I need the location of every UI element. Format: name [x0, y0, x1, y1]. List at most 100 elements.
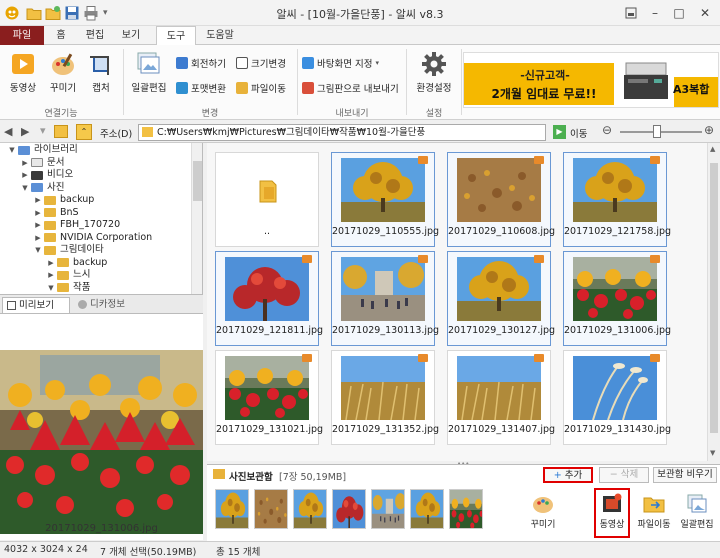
storage-move-button[interactable]: 파일이동: [635, 493, 673, 530]
tree-item[interactable]: ▶ 비디오: [0, 169, 190, 182]
collapse-arrow-icon[interactable]: ▼: [21, 182, 29, 195]
capture-button[interactable]: 캡처: [86, 51, 116, 94]
expand-arrow-icon[interactable]: ▶: [47, 269, 55, 282]
batch-edit-button[interactable]: 일괄편집: [128, 51, 170, 94]
zoom-in-icon[interactable]: ⊕: [704, 123, 714, 137]
history-dropdown-icon[interactable]: ▾: [40, 124, 46, 137]
zoom-slider-thumb[interactable]: [653, 125, 661, 138]
tree-item[interactable]: ▼ 작품: [0, 282, 190, 295]
tree-item[interactable]: ▼ 사진: [0, 182, 190, 195]
file-move-button[interactable]: 파일이동: [236, 80, 286, 96]
export-paint-button[interactable]: 그림판으로 내보내기: [302, 80, 399, 96]
storage-thumbnail[interactable]: [215, 489, 249, 529]
tree-item[interactable]: ▶ FBH_170720: [0, 219, 190, 232]
tab-file[interactable]: 파일: [0, 26, 44, 45]
scroll-up-icon[interactable]: ▲: [710, 145, 715, 153]
parent-folder-cell[interactable]: ..: [215, 152, 319, 247]
minimize-to-tray-icon[interactable]: [620, 4, 642, 22]
thumbnail-cell[interactable]: 20171029_131430.jpg: [563, 350, 671, 445]
storage-thumbnail[interactable]: [293, 489, 327, 529]
storage-decorate-button[interactable]: 꾸미기: [525, 493, 561, 530]
go-arrow-icon[interactable]: ▶: [553, 125, 566, 139]
tree-item[interactable]: ▶ BnS: [0, 207, 190, 220]
thumbnail-cell[interactable]: 20171029_131021.jpg: [215, 350, 323, 445]
tab-home[interactable]: 홈: [46, 26, 76, 45]
tab-tools[interactable]: 도구: [156, 26, 196, 46]
storage-add-button[interactable]: + 추가: [543, 467, 593, 483]
storage-clear-button[interactable]: 보관함 비우기: [653, 467, 717, 483]
thumbnail-grid[interactable]: .. 20171029_110555.jpg 20171029_110608.jpg…: [207, 143, 707, 461]
thumbnail-cell[interactable]: 20171029_110608.jpg: [447, 152, 555, 247]
storage-thumbnail[interactable]: [332, 489, 366, 529]
set-wallpaper-button[interactable]: 바탕화면 지정 ▾: [302, 55, 379, 71]
thumbnail-cell[interactable]: 20171029_121758.jpg: [563, 152, 671, 247]
save-icon[interactable]: [64, 5, 80, 21]
close-button[interactable]: ✕: [694, 4, 716, 22]
thumbnail-cell[interactable]: 20171029_130113.jpg: [331, 251, 439, 346]
folder-tree[interactable]: ▼ 라이브러리 ▶ 문서 ▶ 비디오 ▼ 사진 ▶ backup ▶ BnS ▶ FBH_170720 ▶ N…: [0, 143, 203, 294]
go-button[interactable]: 이동: [570, 126, 587, 140]
storage-video-button[interactable]: 동영상: [596, 493, 628, 530]
expand-arrow-icon[interactable]: ▶: [21, 169, 29, 182]
resize-button[interactable]: 크기변경: [236, 55, 286, 71]
open-folder-icon[interactable]: [26, 5, 42, 21]
up-folder-icon[interactable]: [54, 125, 68, 138]
tree-item[interactable]: ▶ NVIDIA Corporation: [0, 232, 190, 245]
print-icon[interactable]: [83, 5, 99, 21]
storage-thumbnail[interactable]: [254, 489, 288, 529]
minimize-button[interactable]: –: [644, 4, 666, 22]
expand-arrow-icon[interactable]: ▶: [47, 257, 55, 270]
tree-item[interactable]: ▶ 느시: [0, 269, 190, 282]
thumbnail-cell[interactable]: 20171029_131407.jpg: [447, 350, 555, 445]
expand-arrow-icon[interactable]: ▶: [34, 232, 42, 245]
expand-arrow-icon[interactable]: ▶: [21, 157, 29, 170]
format-convert-button[interactable]: 포맷변환: [176, 80, 226, 96]
tab-edit[interactable]: 편집: [78, 26, 112, 45]
video-button[interactable]: 동영상: [6, 51, 40, 94]
tree-item[interactable]: ▶ 문서: [0, 157, 190, 170]
thumbnail-cell[interactable]: 20171029_131352.jpg: [331, 350, 439, 445]
expand-arrow-icon[interactable]: ▶: [34, 207, 42, 220]
parent-folder-icon[interactable]: ⌃: [76, 124, 92, 140]
tree-scroll-thumb[interactable]: [193, 161, 202, 201]
storage-delete-button[interactable]: − 삭제: [599, 467, 649, 483]
tree-item[interactable]: ▶ backup: [0, 257, 190, 270]
collapse-arrow-icon[interactable]: ▼: [34, 244, 42, 257]
tab-help[interactable]: 도움말: [198, 26, 242, 45]
grid-scroll-thumb[interactable]: [710, 163, 718, 433]
storage-thumbnail[interactable]: [449, 489, 483, 529]
tree-scrollbar[interactable]: [191, 143, 202, 294]
rotate-button[interactable]: 회전하기: [176, 55, 226, 71]
tab-camera-info[interactable]: 디카정보: [74, 297, 142, 313]
address-input[interactable]: C:₩Users₩kmj₩Pictures₩그림데이타₩작품₩10월-가을단풍: [138, 124, 546, 141]
new-folder-icon[interactable]: [45, 5, 61, 21]
tree-item[interactable]: ▼ 그림데이타: [0, 244, 190, 257]
thumbnail-cell[interactable]: 20171029_131006.jpg: [563, 251, 671, 346]
ad-banner[interactable]: -신규고객- 2개월 임대료 무료!! A3복합: [463, 52, 719, 108]
grid-scrollbar[interactable]: ▲ ▼: [707, 143, 720, 461]
tree-item[interactable]: ▶ backup: [0, 194, 190, 207]
thumbnail-cell[interactable]: 20171029_110555.jpg: [331, 152, 439, 247]
storage-batch-button[interactable]: 일괄편집: [677, 493, 717, 530]
wallpaper-dropdown-icon[interactable]: ▾: [375, 59, 379, 67]
storage-thumbnail[interactable]: [371, 489, 405, 529]
back-arrow-icon[interactable]: ◀: [4, 125, 12, 138]
maximize-button[interactable]: □: [668, 4, 690, 22]
thumbnail-cell[interactable]: 20171029_130127.jpg: [447, 251, 555, 346]
expand-arrow-icon[interactable]: ▶: [34, 194, 42, 207]
thumbnail-cell[interactable]: 20171029_121811.jpg: [215, 251, 323, 346]
zoom-slider-track[interactable]: [620, 131, 702, 133]
collapse-arrow-icon[interactable]: ▼: [8, 144, 16, 157]
app-logo-icon[interactable]: [4, 5, 20, 21]
tab-view[interactable]: 보기: [114, 26, 148, 45]
forward-arrow-icon[interactable]: ▶: [21, 125, 29, 138]
storage-thumbnail[interactable]: [410, 489, 444, 529]
tab-preview[interactable]: 미리보기: [2, 297, 70, 313]
tree-item[interactable]: ▼ 라이브러리: [0, 144, 190, 157]
quick-access-dropdown-icon[interactable]: ▾: [103, 5, 119, 21]
zoom-out-icon[interactable]: ⊖: [602, 123, 612, 137]
collapse-arrow-icon[interactable]: ▼: [47, 282, 55, 295]
preferences-button[interactable]: 환경설정: [412, 51, 456, 94]
expand-arrow-icon[interactable]: ▶: [34, 219, 42, 232]
scroll-down-icon[interactable]: ▼: [710, 449, 715, 457]
